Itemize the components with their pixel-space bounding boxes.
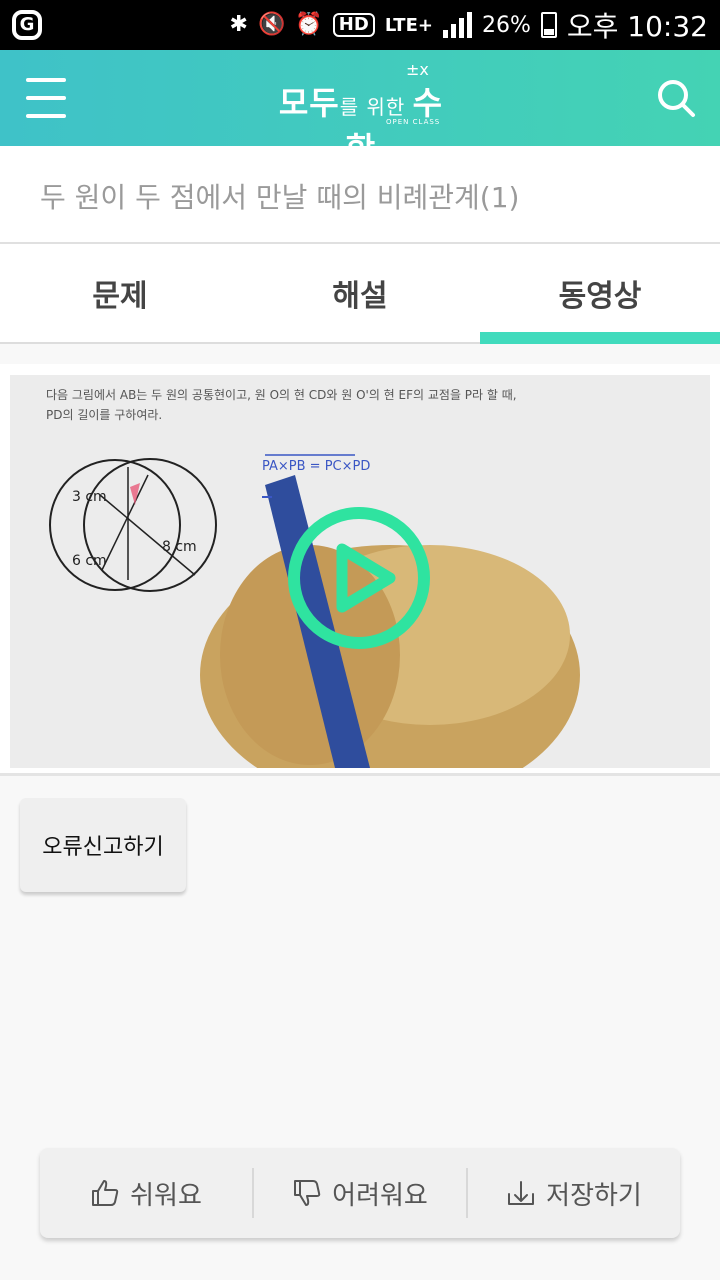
save-label: 저장하기 — [546, 1180, 642, 1211]
tab-video[interactable]: 동영상 — [480, 244, 720, 344]
lte-indicator: LTE+ — [384, 14, 433, 36]
battery-percent: 26% — [481, 12, 531, 38]
handwriting-text: PA×PB = PC×PD — [262, 459, 371, 474]
menu-icon[interactable] — [26, 78, 66, 118]
lesson-title-area: 두 원이 두 점에서 만날 때의 비례관계(1) — [0, 146, 720, 244]
problem-statement: 다음 그림에서 AB는 두 원의 공통현이고, 원 O의 현 CD와 원 O'의… — [46, 388, 517, 422]
label-8cm: 8 cm — [162, 539, 197, 555]
bluetooth-icon: ✱ — [229, 12, 248, 37]
video-player[interactable]: 다음 그림에서 AB는 두 원의 공통현이고, 원 O의 현 CD와 원 O'의… — [10, 375, 710, 768]
hard-button[interactable]: 어려워요 — [254, 1148, 466, 1238]
report-error-button[interactable]: 오류신고하기 — [20, 798, 186, 892]
signal-icon — [442, 12, 472, 38]
status-bar: G ✱ 🔇 ⏰ HD LTE+ 26% 오후 10:32 — [0, 0, 720, 50]
mute-icon: 🔇 — [257, 12, 286, 37]
notification-app-icon: G — [12, 10, 42, 40]
thumbs-up-icon — [92, 1180, 119, 1206]
hd-badge: HD — [332, 13, 375, 37]
play-icon[interactable] — [286, 505, 432, 651]
clock: 오후 10:32 — [566, 10, 708, 43]
thumbs-down-icon — [294, 1180, 321, 1206]
hard-label: 어려워요 — [332, 1180, 428, 1211]
lesson-title: 두 원이 두 점에서 만날 때의 비례관계(1) — [40, 181, 520, 214]
feedback-action-bar: 쉬워요 어려워요 저장하기 — [40, 1148, 680, 1238]
app-logo: 모두를 위한 수학 ±x OPEN CLASS — [278, 60, 444, 168]
video-container: 다음 그림에서 AB는 두 원의 공통현이고, 원 O의 현 CD와 원 O'의… — [0, 364, 720, 776]
alarm-icon: ⏰ — [295, 12, 323, 37]
search-icon[interactable] — [656, 78, 696, 118]
content-tabs: 문제 해설 동영상 — [0, 244, 720, 344]
tab-problem[interactable]: 문제 — [0, 244, 240, 342]
label-6cm: 6 cm — [72, 553, 107, 569]
easy-button[interactable]: 쉬워요 — [40, 1148, 252, 1238]
battery-icon — [540, 12, 557, 38]
save-button[interactable]: 저장하기 — [468, 1148, 680, 1238]
app-header: 모두를 위한 수학 ±x OPEN CLASS — [0, 50, 720, 168]
download-tray-icon — [508, 1181, 535, 1205]
label-3cm: 3 cm — [72, 489, 107, 505]
easy-label: 쉬워요 — [130, 1180, 202, 1211]
tab-explanation[interactable]: 해설 — [240, 244, 480, 342]
